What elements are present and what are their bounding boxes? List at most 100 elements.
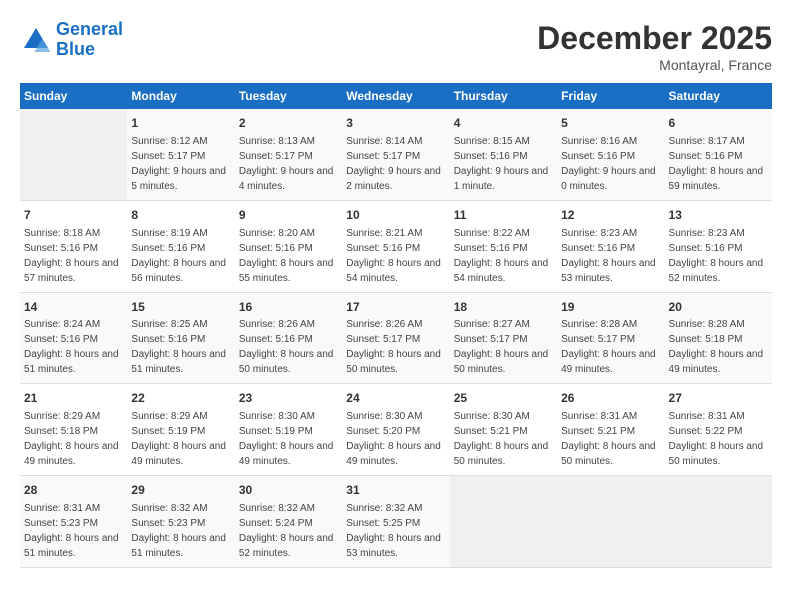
day-info: Sunrise: 8:26 AM Sunset: 5:17 PM Dayligh… [346,317,445,377]
sunset: Sunset: 5:19 PM [239,426,313,437]
sunrise: Sunrise: 8:20 AM [239,228,315,239]
daylight: Daylight: 8 hours and 55 minutes. [239,258,334,284]
sunset: Sunset: 5:16 PM [239,334,313,345]
daylight: Daylight: 8 hours and 54 minutes. [346,258,441,284]
day-number: 21 [24,390,123,407]
day-header-saturday: Saturday [665,83,772,109]
sunset: Sunset: 5:16 PM [131,243,205,254]
location-subtitle: Montayral, France [537,57,772,73]
sunrise: Sunrise: 8:22 AM [454,228,530,239]
day-number: 16 [239,299,338,316]
sunrise: Sunrise: 8:29 AM [24,411,100,422]
sunset: Sunset: 5:16 PM [669,151,743,162]
daylight: Daylight: 8 hours and 50 minutes. [454,441,549,467]
day-info: Sunrise: 8:31 AM Sunset: 5:21 PM Dayligh… [561,409,660,469]
logo-line2: Blue [56,39,95,59]
day-header-sunday: Sunday [20,83,127,109]
day-info: Sunrise: 8:16 AM Sunset: 5:16 PM Dayligh… [561,134,660,194]
sunrise: Sunrise: 8:26 AM [239,319,315,330]
calendar-header-row: SundayMondayTuesdayWednesdayThursdayFrid… [20,83,772,109]
day-number: 7 [24,207,123,224]
sunrise: Sunrise: 8:16 AM [561,136,637,147]
calendar-cell: 3 Sunrise: 8:14 AM Sunset: 5:17 PM Dayli… [342,109,449,200]
sunrise: Sunrise: 8:18 AM [24,228,100,239]
calendar-cell [557,476,664,568]
day-number: 2 [239,115,338,132]
sunset: Sunset: 5:16 PM [239,243,313,254]
sunrise: Sunrise: 8:30 AM [239,411,315,422]
day-number: 12 [561,207,660,224]
sunrise: Sunrise: 8:31 AM [669,411,745,422]
sunset: Sunset: 5:20 PM [346,426,420,437]
sunrise: Sunrise: 8:23 AM [561,228,637,239]
sunset: Sunset: 5:23 PM [24,518,98,529]
daylight: Daylight: 8 hours and 50 minutes. [561,441,656,467]
sunrise: Sunrise: 8:21 AM [346,228,422,239]
day-number: 19 [561,299,660,316]
day-info: Sunrise: 8:21 AM Sunset: 5:16 PM Dayligh… [346,226,445,286]
calendar-cell: 24 Sunrise: 8:30 AM Sunset: 5:20 PM Dayl… [342,384,449,476]
day-info: Sunrise: 8:29 AM Sunset: 5:19 PM Dayligh… [131,409,230,469]
calendar-cell: 17 Sunrise: 8:26 AM Sunset: 5:17 PM Dayl… [342,292,449,384]
day-info: Sunrise: 8:15 AM Sunset: 5:16 PM Dayligh… [454,134,553,194]
sunrise: Sunrise: 8:13 AM [239,136,315,147]
day-number: 18 [454,299,553,316]
day-info: Sunrise: 8:23 AM Sunset: 5:16 PM Dayligh… [669,226,768,286]
day-info: Sunrise: 8:19 AM Sunset: 5:16 PM Dayligh… [131,226,230,286]
day-info: Sunrise: 8:28 AM Sunset: 5:17 PM Dayligh… [561,317,660,377]
day-number: 13 [669,207,768,224]
sunset: Sunset: 5:18 PM [669,334,743,345]
day-number: 29 [131,482,230,499]
day-info: Sunrise: 8:14 AM Sunset: 5:17 PM Dayligh… [346,134,445,194]
sunrise: Sunrise: 8:32 AM [131,503,207,514]
day-number: 3 [346,115,445,132]
title-block: December 2025 Montayral, France [537,20,772,73]
day-info: Sunrise: 8:31 AM Sunset: 5:23 PM Dayligh… [24,501,123,561]
day-info: Sunrise: 8:30 AM Sunset: 5:19 PM Dayligh… [239,409,338,469]
sunrise: Sunrise: 8:25 AM [131,319,207,330]
calendar-cell: 29 Sunrise: 8:32 AM Sunset: 5:23 PM Dayl… [127,476,234,568]
sunset: Sunset: 5:16 PM [454,151,528,162]
day-number: 5 [561,115,660,132]
sunset: Sunset: 5:17 PM [346,151,420,162]
daylight: Daylight: 8 hours and 51 minutes. [24,349,119,375]
sunset: Sunset: 5:18 PM [24,426,98,437]
daylight: Daylight: 8 hours and 49 minutes. [561,349,656,375]
daylight: Daylight: 9 hours and 1 minute. [454,166,549,192]
calendar-week-row: 7 Sunrise: 8:18 AM Sunset: 5:16 PM Dayli… [20,200,772,292]
daylight: Daylight: 9 hours and 5 minutes. [131,166,226,192]
daylight: Daylight: 8 hours and 49 minutes. [669,349,764,375]
day-header-monday: Monday [127,83,234,109]
day-number: 24 [346,390,445,407]
calendar-cell: 20 Sunrise: 8:28 AM Sunset: 5:18 PM Dayl… [665,292,772,384]
day-number: 25 [454,390,553,407]
calendar-cell: 26 Sunrise: 8:31 AM Sunset: 5:21 PM Dayl… [557,384,664,476]
sunrise: Sunrise: 8:17 AM [669,136,745,147]
daylight: Daylight: 8 hours and 50 minutes. [669,441,764,467]
sunrise: Sunrise: 8:28 AM [669,319,745,330]
sunrise: Sunrise: 8:32 AM [346,503,422,514]
sunrise: Sunrise: 8:19 AM [131,228,207,239]
sunset: Sunset: 5:16 PM [24,243,98,254]
sunrise: Sunrise: 8:31 AM [561,411,637,422]
day-info: Sunrise: 8:24 AM Sunset: 5:16 PM Dayligh… [24,317,123,377]
calendar-cell: 19 Sunrise: 8:28 AM Sunset: 5:17 PM Dayl… [557,292,664,384]
sunrise: Sunrise: 8:29 AM [131,411,207,422]
sunrise: Sunrise: 8:32 AM [239,503,315,514]
page-header: General Blue December 2025 Montayral, Fr… [20,20,772,73]
day-number: 20 [669,299,768,316]
calendar-cell: 27 Sunrise: 8:31 AM Sunset: 5:22 PM Dayl… [665,384,772,476]
calendar-cell [20,109,127,200]
calendar-cell: 13 Sunrise: 8:23 AM Sunset: 5:16 PM Dayl… [665,200,772,292]
day-info: Sunrise: 8:22 AM Sunset: 5:16 PM Dayligh… [454,226,553,286]
day-number: 31 [346,482,445,499]
calendar-cell: 15 Sunrise: 8:25 AM Sunset: 5:16 PM Dayl… [127,292,234,384]
calendar-cell: 18 Sunrise: 8:27 AM Sunset: 5:17 PM Dayl… [450,292,557,384]
calendar-cell: 2 Sunrise: 8:13 AM Sunset: 5:17 PM Dayli… [235,109,342,200]
day-header-friday: Friday [557,83,664,109]
calendar-cell [450,476,557,568]
calendar-cell: 4 Sunrise: 8:15 AM Sunset: 5:16 PM Dayli… [450,109,557,200]
day-info: Sunrise: 8:29 AM Sunset: 5:18 PM Dayligh… [24,409,123,469]
day-number: 28 [24,482,123,499]
daylight: Daylight: 8 hours and 51 minutes. [131,349,226,375]
